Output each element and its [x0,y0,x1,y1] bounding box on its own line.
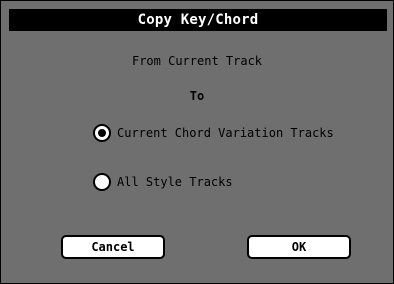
copy-key-chord-dialog: Copy Key/Chord From Current Track To Cur… [0,0,394,284]
radio-unselected-icon[interactable] [93,173,111,191]
option-label: All Style Tracks [117,175,233,189]
ok-button[interactable]: OK [247,235,351,259]
radio-selected-icon[interactable] [93,124,111,142]
dialog-title: Copy Key/Chord [9,9,387,31]
option-current-chord-variation-tracks[interactable]: Current Chord Variation Tracks [93,124,334,142]
cancel-button[interactable]: Cancel [61,235,165,259]
option-all-style-tracks[interactable]: All Style Tracks [93,173,233,191]
radio-dot-icon [98,129,106,137]
from-label: From Current Track [131,54,263,68]
option-label: Current Chord Variation Tracks [117,126,334,140]
to-label: To [189,89,205,103]
